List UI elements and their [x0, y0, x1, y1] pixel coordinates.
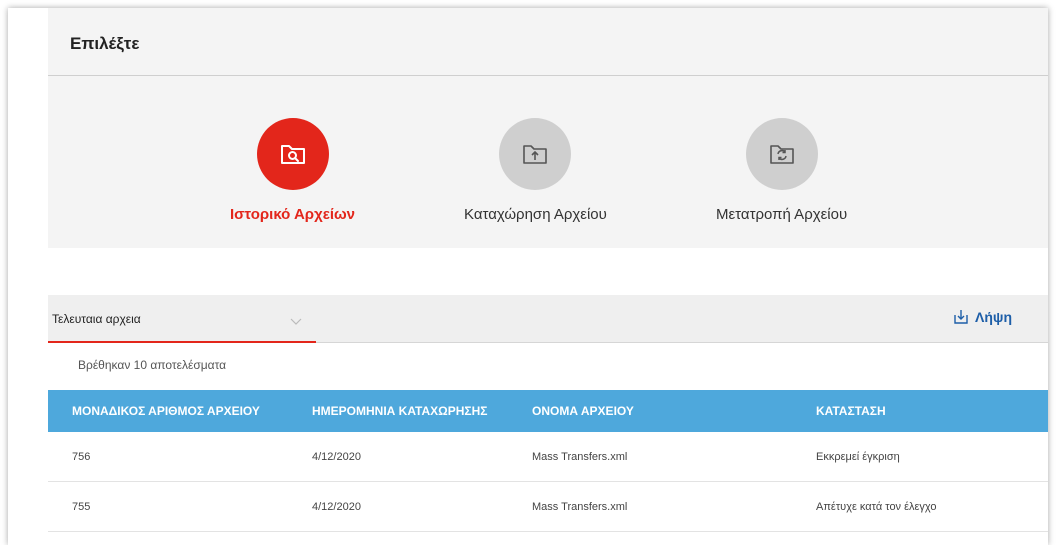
option-label: Ιστορικό Αρχείων [230, 206, 356, 223]
cell-date: 4/12/2020 [312, 451, 361, 463]
cell-file-id: 755 [72, 501, 91, 513]
folder-upload-icon [499, 118, 572, 190]
select-panel: Επιλέξτε Ιστορικό Αρχείων Καταχώρηση Αρχ… [48, 8, 1048, 248]
files-table: ΜΟΝΑΔΙΚΟΣ ΑΡΙΘΜΟΣ ΑΡΧΕΙΟΥ ΗΜΕΡΟΜΗΝΙΑ ΚΑΤ… [48, 390, 1048, 532]
chevron-down-icon [290, 313, 302, 331]
cell-file-name: Mass Transfers.xml [532, 451, 628, 463]
cell-file-id: 756 [72, 451, 91, 463]
column-header-file-id[interactable]: ΜΟΝΑΔΙΚΟΣ ΑΡΙΘΜΟΣ ΑΡΧΕΙΟΥ [72, 404, 260, 418]
download-button[interactable]: Λήψη [953, 309, 1012, 325]
option-label: Καταχώρηση Αρχείου [464, 206, 607, 223]
select-divider [48, 75, 1048, 76]
recent-files-dropdown[interactable]: Τελευταια αρχεια [48, 295, 316, 343]
dropdown-label: Τελευταια αρχεια [52, 312, 141, 326]
folder-search-icon [256, 118, 329, 190]
folder-convert-icon [745, 118, 818, 190]
download-icon [954, 310, 968, 324]
option-file-history[interactable]: Ιστορικό Αρχείων [230, 118, 355, 223]
option-label: Μετατροπή Αρχείου [716, 206, 848, 223]
table-row[interactable]: 755 4/12/2020 Mass Transfers.xml Απέτυχε… [48, 482, 1048, 532]
toolbar-divider [316, 342, 1048, 343]
select-title: Επιλέξτε [70, 34, 140, 53]
column-header-file-name[interactable]: ΟΝΟΜΑ ΑΡΧΕΙΟΥ [532, 404, 634, 418]
table-row[interactable]: 756 4/12/2020 Mass Transfers.xml Εκκρεμε… [48, 432, 1048, 482]
active-underline [48, 341, 316, 343]
column-header-status[interactable]: ΚΑΤΑΣΤΑΣΗ [816, 404, 886, 418]
cell-status: Απέτυχε κατά τον έλεγχο [816, 501, 937, 513]
results-count: Βρέθηκαν 10 αποτελέσματα [78, 358, 227, 372]
download-label: Λήψη [975, 309, 1012, 325]
cell-status: Εκκρεμεί έγκριση [816, 451, 900, 463]
column-header-date[interactable]: ΗΜΕΡΟΜΗΝΙΑ ΚΑΤΑΧΩΡΗΣΗΣ [312, 404, 487, 418]
option-file-convert[interactable]: Μετατροπή Αρχείου [716, 118, 847, 223]
table-header: ΜΟΝΑΔΙΚΟΣ ΑΡΙΘΜΟΣ ΑΡΧΕΙΟΥ ΗΜΕΡΟΜΗΝΙΑ ΚΑΤ… [48, 390, 1048, 432]
cell-date: 4/12/2020 [312, 501, 361, 513]
app-frame: Επιλέξτε Ιστορικό Αρχείων Καταχώρηση Αρχ… [8, 8, 1048, 545]
cell-file-name: Mass Transfers.xml [532, 501, 628, 513]
option-file-upload[interactable]: Καταχώρηση Αρχείου [464, 118, 607, 223]
files-toolbar: Τελευταια αρχεια Λήψη [48, 295, 1048, 343]
